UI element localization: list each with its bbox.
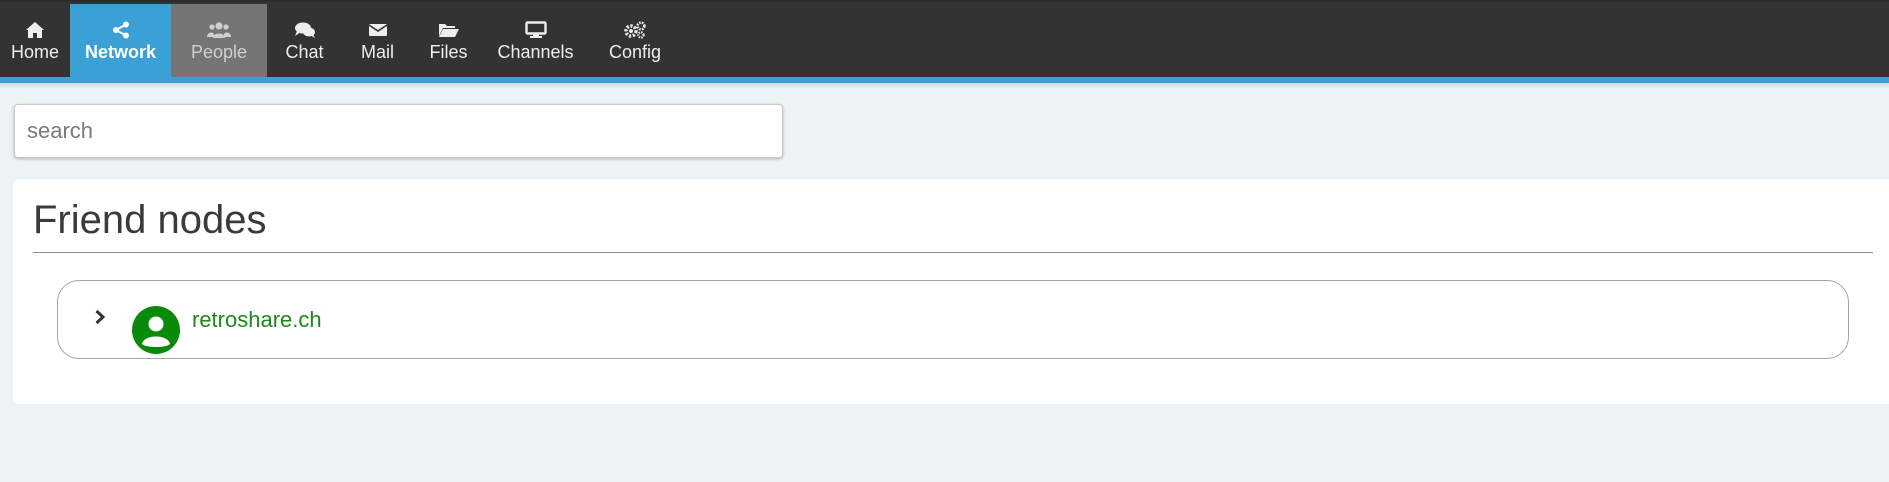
nav-shadow <box>0 83 1889 89</box>
nav-home[interactable]: Home <box>0 4 70 79</box>
folder-open-icon <box>438 21 460 39</box>
nav-chat[interactable]: Chat <box>267 4 342 79</box>
nav-files[interactable]: Files <box>413 4 484 79</box>
title-divider <box>33 252 1873 253</box>
nav-channels[interactable]: Channels <box>484 4 587 79</box>
nav-people-label: People <box>190 42 248 62</box>
nav-people[interactable]: People <box>171 4 267 79</box>
top-navigation-bar: Home Network People Chat Mail Files Chan… <box>0 0 1889 79</box>
search-input[interactable] <box>14 104 783 158</box>
home-icon <box>25 21 45 39</box>
friend-node-name[interactable]: retroshare.ch <box>192 307 322 333</box>
nav-network-label: Network <box>84 42 156 62</box>
nav-mail[interactable]: Mail <box>342 4 413 79</box>
friend-nodes-panel: Friend nodes retroshare.ch <box>13 179 1889 404</box>
gears-icon <box>623 21 647 39</box>
mail-icon <box>368 21 388 39</box>
nav-config[interactable]: Config <box>587 4 683 79</box>
nav-files-label: Files <box>429 42 468 62</box>
nav-network[interactable]: Network <box>70 4 171 79</box>
main-nav: Home Network People Chat Mail Files Chan… <box>0 4 683 79</box>
nav-channels-label: Channels <box>497 42 574 62</box>
monitor-icon <box>524 21 547 39</box>
chevron-right-icon[interactable] <box>90 307 110 327</box>
friend-node-item[interactable]: retroshare.ch <box>57 280 1849 359</box>
nav-chat-label: Chat <box>285 42 324 62</box>
user-circle-icon <box>132 306 180 354</box>
people-icon <box>207 21 231 39</box>
share-icon <box>112 21 130 39</box>
nav-mail-label: Mail <box>360 42 394 62</box>
nav-config-label: Config <box>608 42 662 62</box>
nav-home-label: Home <box>10 42 59 62</box>
chat-icon <box>294 21 316 39</box>
page-title: Friend nodes <box>33 198 267 242</box>
